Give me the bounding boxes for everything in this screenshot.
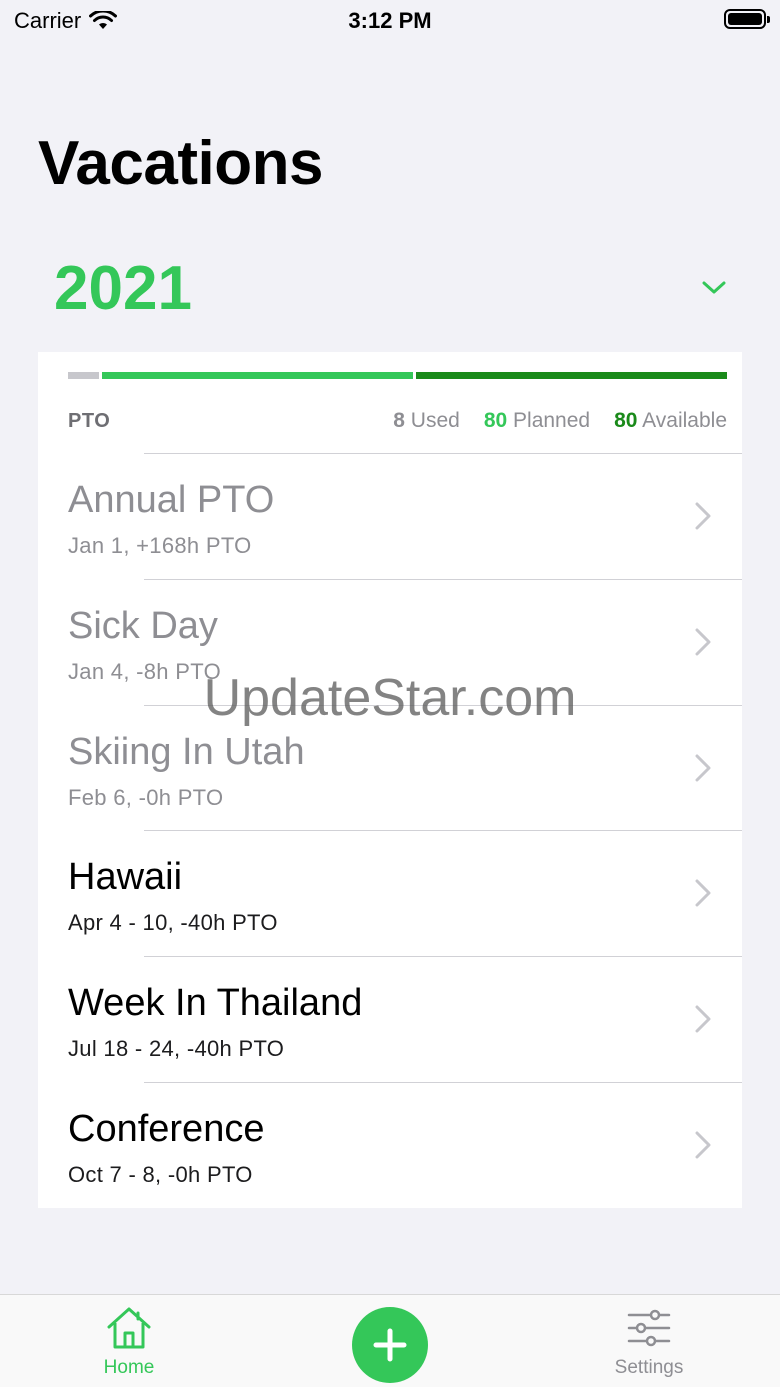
pto-stats: 8 Used 80 Planned 80 Available	[393, 409, 727, 433]
pto-summary: PTO 8 Used 80 Planned 80 Available	[68, 406, 727, 436]
vacation-list: Annual PTO Jan 1, +168h PTO Sick Day Jan…	[38, 453, 742, 1208]
house-icon	[69, 1303, 189, 1353]
vacation-row-week-in-thailand[interactable]: Week In Thailand Jul 18 - 24, -40h PTO	[38, 956, 742, 1082]
vacation-title: Week In Thailand	[68, 982, 363, 1025]
pto-available-value: 80	[614, 409, 638, 432]
year-label: 2021	[54, 253, 192, 323]
chevron-right-icon	[695, 1005, 711, 1033]
vacation-subtitle: Feb 6, -0h PTO	[68, 784, 224, 810]
vacation-row-hawaii[interactable]: Hawaii Apr 4 - 10, -40h PTO	[38, 830, 742, 956]
vacation-row-conference[interactable]: Conference Oct 7 - 8, -0h PTO	[38, 1081, 742, 1208]
pto-used-label: Used	[410, 409, 460, 432]
pto-used-segment	[68, 372, 99, 379]
pto-used-value: 8	[393, 409, 405, 432]
status-bar: Carrier 3:12 PM	[0, 0, 780, 40]
row-divider	[144, 453, 742, 454]
tab-settings[interactable]: Settings	[589, 1303, 709, 1379]
pto-planned-stat: 80 Planned	[484, 409, 590, 433]
tab-settings-label: Settings	[614, 1357, 684, 1378]
pto-planned-value: 80	[483, 409, 508, 432]
vacation-subtitle: Jan 4, -8h PTO	[68, 658, 221, 684]
vacation-title: Hawaii	[68, 856, 183, 899]
pto-planned-segment	[102, 372, 413, 379]
vacation-subtitle: Jul 18 - 24, -40h PTO	[68, 1036, 285, 1062]
vacation-row-annual-pto[interactable]: Annual PTO Jan 1, +168h PTO	[38, 453, 742, 579]
row-divider	[144, 1081, 742, 1083]
pto-available-stat: 80 Available	[614, 409, 727, 433]
chevron-right-icon	[695, 1131, 711, 1159]
vacation-subtitle: Oct 7 - 8, -0h PTO	[68, 1161, 253, 1187]
battery-icon	[724, 9, 770, 29]
year-selector[interactable]: 2021	[54, 248, 734, 328]
vacation-title: Sick Day	[68, 604, 218, 647]
row-divider	[144, 830, 742, 832]
chevron-right-icon	[695, 502, 711, 530]
chevron-right-icon	[695, 628, 711, 656]
vacations-card: PTO 8 Used 80 Planned 80 Available Annua…	[38, 352, 742, 1208]
sliders-icon	[589, 1303, 709, 1353]
pto-planned-label: Planned	[513, 409, 591, 432]
row-divider	[144, 956, 742, 958]
vacation-row-sick-day[interactable]: Sick Day Jan 4, -8h PTO	[38, 578, 742, 705]
plus-icon	[373, 1328, 407, 1362]
chevron-right-icon	[695, 754, 711, 782]
chevron-down-icon[interactable]	[694, 268, 734, 308]
vacation-row-skiing-in-utah[interactable]: Skiing In Utah Feb 6, -0h PTO	[38, 704, 742, 831]
tab-home-label: Home	[103, 1357, 155, 1378]
vacation-title: Skiing In Utah	[68, 730, 305, 773]
vacation-subtitle: Jan 1, +168h PTO	[68, 533, 252, 558]
vacation-subtitle: Apr 4 - 10, -40h PTO	[68, 910, 278, 936]
pto-label: PTO	[68, 409, 111, 432]
clock: 3:12 PM	[348, 8, 432, 33]
tab-bar: Home Settings	[0, 1294, 780, 1387]
row-divider	[144, 578, 742, 580]
vacation-title: Annual PTO	[68, 479, 275, 521]
page-title: Vacations	[38, 129, 323, 198]
pto-available-segment	[416, 372, 727, 379]
chevron-right-icon	[695, 879, 711, 907]
add-vacation-button[interactable]	[352, 1307, 428, 1383]
pto-available-label: Available	[642, 409, 727, 432]
pto-progress-bar	[68, 372, 727, 379]
tab-home[interactable]: Home	[69, 1303, 189, 1379]
vacation-title: Conference	[68, 1107, 265, 1150]
row-divider	[144, 704, 742, 706]
app-screen: Carrier 3:12 PM Vacations 2021 PTO 8 Use…	[0, 0, 780, 1387]
pto-used-stat: 8 Used	[393, 409, 460, 433]
